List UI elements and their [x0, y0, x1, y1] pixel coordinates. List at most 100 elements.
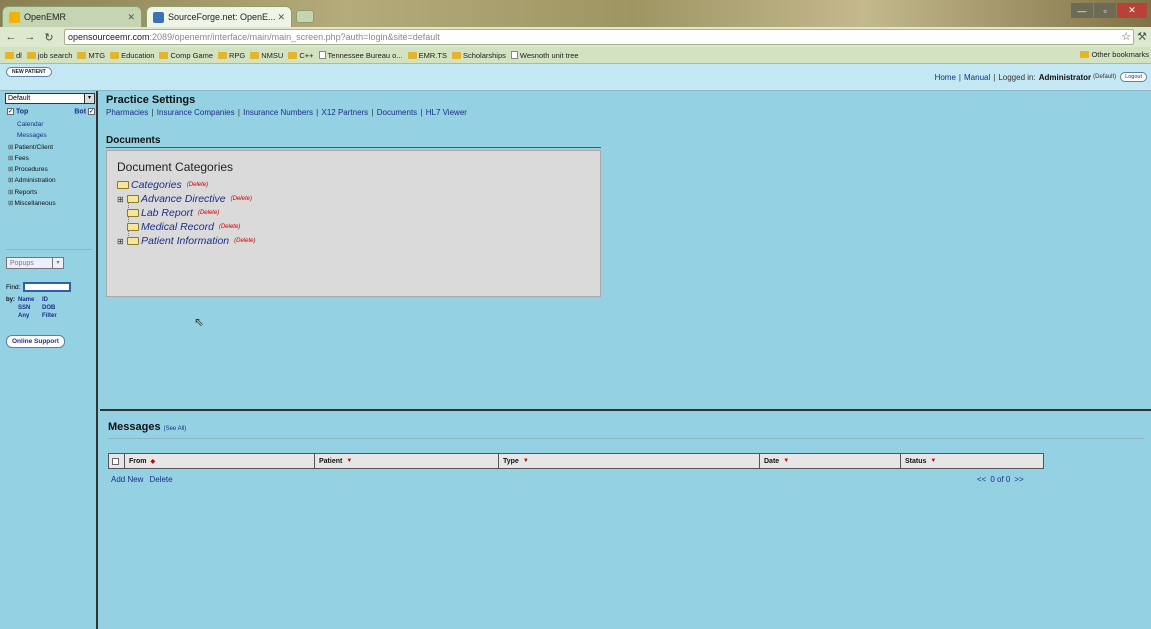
- pager-next-link[interactable]: >>: [1014, 475, 1023, 484]
- close-window-button[interactable]: ✕: [1117, 3, 1147, 18]
- left-nav: Default ▾ ✓ Top Bot ✓ Calendar Messages …: [0, 91, 98, 629]
- nav-section-administration[interactable]: ⊞Administration: [8, 175, 56, 186]
- browser-title-bar: OpenEMR ✕ SourceForge.net: OpenE... ✕ — …: [0, 0, 1151, 27]
- bookmark-item[interactable]: Education: [110, 51, 154, 60]
- nav-section-fees[interactable]: ⊞Fees: [8, 153, 56, 164]
- document-categories-heading: Document Categories: [117, 160, 234, 174]
- bookmark-item[interactable]: RPG: [218, 51, 245, 60]
- minimize-button[interactable]: —: [1071, 3, 1093, 18]
- tree-node-categories[interactable]: Categories (Delete): [117, 179, 208, 191]
- divider: [108, 438, 1144, 439]
- delete-link[interactable]: Delete: [149, 475, 172, 484]
- home-link[interactable]: Home: [935, 73, 956, 82]
- bookmark-item[interactable]: NMSU: [250, 51, 283, 60]
- bookmark-item[interactable]: EMR.TS: [407, 51, 447, 60]
- insurance-companies-link[interactable]: Insurance Companies: [157, 108, 235, 117]
- column-header-type[interactable]: Type ▼: [499, 454, 760, 468]
- close-icon[interactable]: ✕: [127, 12, 135, 23]
- folder-icon: [250, 51, 260, 59]
- divider: [6, 249, 92, 250]
- expand-icon[interactable]: ⊞: [117, 237, 127, 246]
- pager-prev-link[interactable]: <<: [977, 475, 986, 484]
- popups-select[interactable]: Popups ▾: [6, 257, 64, 269]
- close-icon[interactable]: ✕: [277, 12, 285, 23]
- column-header-status[interactable]: Status ▼: [901, 454, 1043, 468]
- reload-icon[interactable]: ↻: [41, 29, 57, 45]
- delete-link[interactable]: (Delete): [198, 210, 219, 216]
- documents-link[interactable]: Documents: [377, 108, 417, 117]
- bot-toggle[interactable]: Bot ✓: [74, 108, 95, 115]
- tab-openemr[interactable]: OpenEMR ✕: [2, 6, 142, 27]
- new-tab-button[interactable]: [296, 10, 314, 23]
- bookmark-item[interactable]: Comp Game: [159, 51, 213, 60]
- find-by-filter-link[interactable]: Filter: [42, 312, 64, 320]
- x12-partners-link[interactable]: X12 Partners: [321, 108, 368, 117]
- nav-section-patient-client[interactable]: ⊞Patient/Client: [8, 142, 56, 153]
- checkbox-icon[interactable]: [112, 457, 119, 465]
- bookmark-item[interactable]: job search: [26, 51, 72, 60]
- maximize-button[interactable]: ▫: [1094, 3, 1116, 18]
- logout-button[interactable]: Logout: [1120, 72, 1147, 82]
- find-by-dob-link[interactable]: DOB: [42, 304, 64, 312]
- find-by-id-link[interactable]: ID: [42, 296, 64, 304]
- other-bookmarks[interactable]: Other bookmarks: [1080, 50, 1149, 59]
- nav-item-messages[interactable]: Messages: [8, 130, 56, 141]
- manual-link[interactable]: Manual: [964, 73, 990, 82]
- expand-icon[interactable]: ⊞: [117, 195, 127, 204]
- forward-arrow-icon[interactable]: →: [22, 29, 38, 45]
- tree-node-medical-record[interactable]: Medical Record (Delete): [127, 221, 240, 233]
- bookmark-item[interactable]: Scholarships: [451, 51, 506, 60]
- folder-icon: [26, 51, 36, 59]
- address-bar[interactable]: opensourceemr.com:2089/openemr/interface…: [64, 29, 1134, 45]
- checkbox-checked-icon[interactable]: ✓: [7, 108, 14, 115]
- column-header-date[interactable]: Date ▼: [760, 454, 901, 468]
- tree-node-lab-report[interactable]: Lab Report (Delete): [127, 207, 219, 219]
- nav-section-miscellaneous[interactable]: ⊞Miscellaneous: [8, 198, 56, 209]
- sort-arrow-icon: ▼: [346, 458, 353, 464]
- star-icon[interactable]: ☆: [1121, 30, 1131, 43]
- column-header-patient[interactable]: Patient ▼: [315, 454, 499, 468]
- delete-link[interactable]: (Delete): [231, 196, 252, 202]
- add-new-link[interactable]: Add New: [111, 475, 143, 484]
- delete-link[interactable]: (Delete): [234, 238, 255, 244]
- delete-link[interactable]: (Delete): [219, 224, 240, 230]
- bookmark-item[interactable]: C++: [288, 51, 314, 60]
- select-all-checkbox[interactable]: [109, 454, 125, 468]
- find-by-options: by: Name ID SSN DOB Any Filter: [6, 296, 64, 320]
- column-header-from[interactable]: From ◆: [125, 454, 315, 468]
- practice-settings-links: Pharmacies | Insurance Companies | Insur…: [106, 108, 467, 117]
- find-input[interactable]: [23, 282, 72, 292]
- tab-sourceforge[interactable]: SourceForge.net: OpenE... ✕: [146, 6, 292, 27]
- main-content: Practice Settings Pharmacies | Insurance…: [100, 91, 1151, 409]
- online-support-button[interactable]: Online Support: [6, 335, 65, 348]
- frame-select[interactable]: Default ▾: [5, 93, 95, 104]
- wrench-icon[interactable]: ⚒: [1137, 30, 1147, 43]
- find-by-any-link[interactable]: Any: [18, 312, 42, 320]
- nav-section-procedures[interactable]: ⊞Procedures: [8, 164, 56, 175]
- expand-icon: ⊞: [8, 188, 14, 196]
- pager-text: 0 of 0: [990, 475, 1011, 484]
- back-arrow-icon[interactable]: ←: [3, 29, 19, 45]
- bookmark-item[interactable]: dl: [5, 51, 22, 60]
- folder-icon: [218, 51, 227, 59]
- find-by-name-link[interactable]: Name: [18, 296, 42, 304]
- delete-link[interactable]: (Delete): [187, 182, 208, 188]
- browser-toolbar: ← → ↻ opensourceemr.com:2089/openemr/int…: [0, 27, 1151, 47]
- bookmark-item[interactable]: Wesnoth unit tree: [510, 51, 579, 60]
- sourceforge-favicon-icon: [153, 11, 164, 23]
- nav-item-calendar[interactable]: Calendar: [8, 119, 56, 130]
- divider: [106, 147, 601, 148]
- checkbox-checked-icon[interactable]: ✓: [88, 108, 95, 115]
- tree-node-patient-information[interactable]: ⊞ Patient Information (Delete): [117, 235, 255, 247]
- find-by-ssn-link[interactable]: SSN: [18, 304, 42, 312]
- nav-section-reports[interactable]: ⊞Reports: [8, 187, 56, 198]
- see-all-link[interactable]: (See All): [164, 426, 187, 432]
- top-toggle[interactable]: ✓ Top: [7, 108, 28, 115]
- bookmark-item[interactable]: MTG: [77, 51, 105, 60]
- bookmark-item[interactable]: Tennessee Bureau o...: [318, 51, 403, 60]
- new-patient-button[interactable]: NEW PATIENT: [6, 67, 52, 77]
- insurance-numbers-link[interactable]: Insurance Numbers: [243, 108, 313, 117]
- tree-node-advance-directive[interactable]: ⊞ Advance Directive (Delete): [117, 193, 252, 205]
- pharmacies-link[interactable]: Pharmacies: [106, 108, 148, 117]
- hl7-viewer-link[interactable]: HL7 Viewer: [426, 108, 467, 117]
